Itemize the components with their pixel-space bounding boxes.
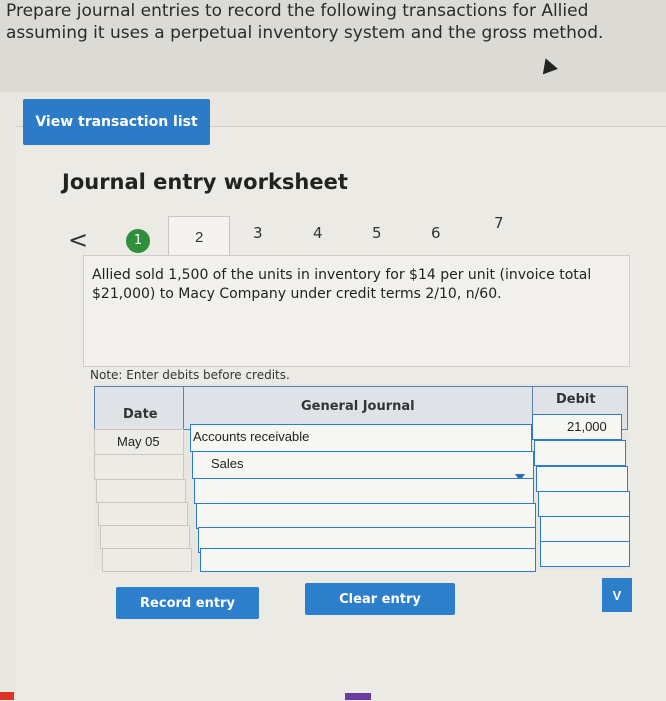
- debit-field-1[interactable]: 21,000: [532, 414, 622, 440]
- prompt-text: Prepare journal entries to record the fo…: [6, 0, 646, 44]
- account-field-4[interactable]: [196, 503, 536, 529]
- step-6[interactable]: 6: [431, 224, 441, 242]
- debit-field-6[interactable]: [540, 541, 630, 567]
- debit-field-2[interactable]: [534, 440, 626, 466]
- table-row-6-date[interactable]: [102, 548, 192, 572]
- debit-value: 21,000: [567, 419, 607, 434]
- view-transaction-list-button[interactable]: View transaction list: [23, 99, 210, 145]
- prompt-line-1: Prepare journal entries to record the fo…: [6, 1, 589, 21]
- step-4[interactable]: 4: [313, 224, 323, 242]
- general-journal-header-label: General Journal: [301, 399, 415, 414]
- table-row-5-date[interactable]: [100, 525, 190, 549]
- clear-entry-button[interactable]: Clear entry: [305, 583, 455, 615]
- date-value: May 05: [117, 434, 160, 449]
- note-text: Note: Enter debits before credits.: [90, 368, 290, 382]
- account-field-1[interactable]: Accounts receivable: [190, 424, 532, 452]
- table-row-2-date[interactable]: [94, 454, 184, 480]
- date-header-label: Date: [123, 407, 158, 422]
- table-row-1-date: May 05: [94, 429, 184, 455]
- table-row-3-date[interactable]: [96, 479, 186, 503]
- step-3[interactable]: 3: [253, 224, 263, 242]
- account-value: Sales: [211, 456, 244, 471]
- transaction-description: Allied sold 1,500 of the units in invent…: [92, 267, 592, 302]
- account-field-6[interactable]: [200, 548, 536, 572]
- debit-field-4[interactable]: [538, 491, 630, 517]
- next-button[interactable]: V: [602, 578, 632, 612]
- date-header: Date: [94, 386, 184, 430]
- debit-header-label: Debit: [556, 392, 596, 407]
- prompt-line-2: assuming it uses a perpetual inventory s…: [6, 23, 604, 43]
- account-field-3[interactable]: [194, 478, 534, 504]
- chevron-left-icon[interactable]: <: [68, 226, 88, 254]
- table-row-4-date[interactable]: [98, 502, 188, 526]
- debit-field-3[interactable]: [536, 466, 628, 492]
- account-field-2[interactable]: Sales: [192, 451, 534, 479]
- purple-marker: [345, 693, 371, 700]
- step-1[interactable]: 1: [126, 229, 150, 253]
- tab-step-2[interactable]: 2: [168, 216, 230, 257]
- debit-field-5[interactable]: [540, 516, 630, 542]
- worksheet-title: Journal entry worksheet: [62, 170, 348, 194]
- account-value: Accounts receivable: [193, 429, 310, 444]
- red-marker: [0, 692, 14, 700]
- step-2-label: 2: [195, 229, 204, 246]
- record-entry-button[interactable]: Record entry: [116, 587, 259, 619]
- step-5[interactable]: 5: [372, 224, 382, 242]
- step-7[interactable]: 7: [494, 214, 504, 232]
